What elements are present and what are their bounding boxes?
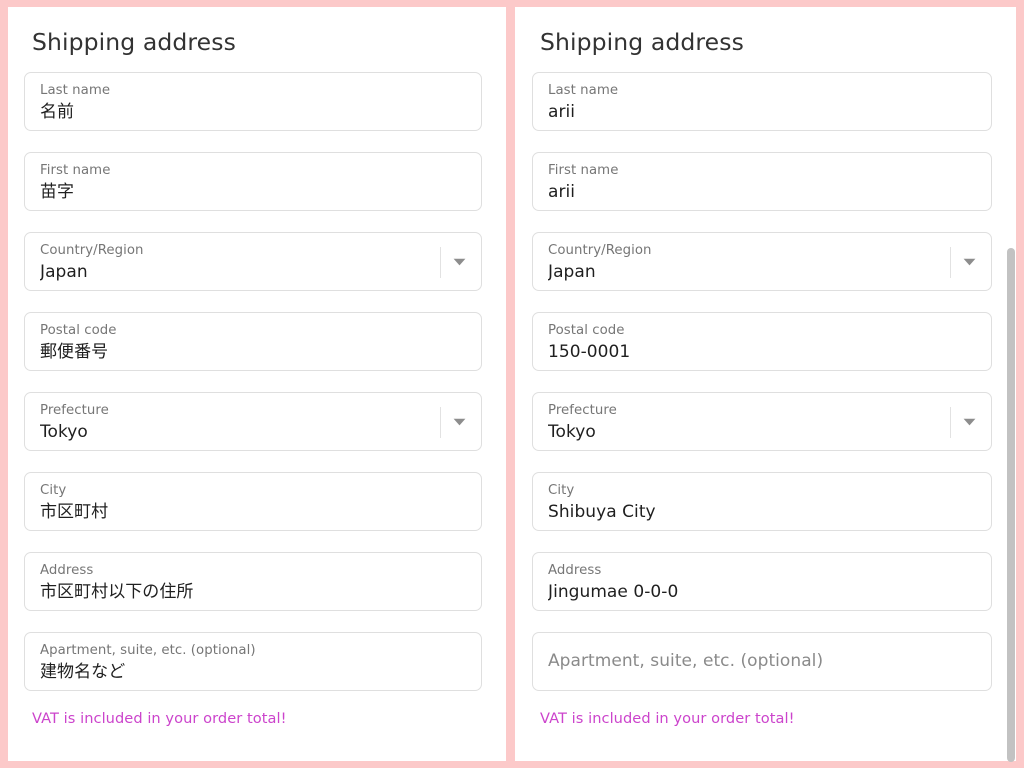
field-city[interactable]: City Shibuya City xyxy=(532,472,992,531)
select-divider xyxy=(950,247,951,278)
field-value: Japan xyxy=(548,261,937,284)
field-country[interactable]: Country/Region Japan xyxy=(532,232,992,291)
field-value: 150-0001 xyxy=(548,341,979,364)
select-divider xyxy=(440,407,441,438)
page-title-right: Shipping address xyxy=(532,28,992,57)
page-title-left: Shipping address xyxy=(24,28,482,57)
field-value: 市区町村 xyxy=(40,501,469,524)
vertical-scrollbar[interactable] xyxy=(1005,7,1016,761)
field-apartment[interactable]: Apartment, suite, etc. (optional) 建物名など xyxy=(24,632,482,691)
field-label: Last name xyxy=(548,82,979,99)
panel-content-left: Shipping address Last name 名前 First name 苗字… xyxy=(8,7,506,729)
field-label: First name xyxy=(548,162,979,179)
field-postal-code[interactable]: Postal code 150-0001 xyxy=(532,312,992,371)
field-label: Postal code xyxy=(548,322,979,339)
field-country[interactable]: Country/Region Japan xyxy=(24,232,482,291)
chevron-down-icon[interactable] xyxy=(450,253,468,271)
field-label: Address xyxy=(40,562,469,579)
field-label: Address xyxy=(548,562,979,579)
vat-note-left: VAT is included in your order total! xyxy=(24,710,482,729)
field-label: Last name xyxy=(40,82,469,99)
field-label: Prefecture xyxy=(40,402,427,419)
field-label: City xyxy=(548,482,979,499)
field-value: Japan xyxy=(40,261,427,284)
address-form-left: Last name 名前 First name 苗字 Country/Region Jap… xyxy=(24,72,482,691)
field-value: 苗字 xyxy=(40,181,469,204)
vertical-scrollbar-thumb[interactable] xyxy=(1007,248,1015,762)
field-value: 郵便番号 xyxy=(40,341,469,364)
select-divider xyxy=(440,247,441,278)
screen-root: Shipping address Last name 名前 First name 苗字… xyxy=(0,0,1024,768)
field-city[interactable]: City 市区町村 xyxy=(24,472,482,531)
select-divider xyxy=(950,407,951,438)
field-first-name[interactable]: First name 苗字 xyxy=(24,152,482,211)
field-label: Postal code xyxy=(40,322,469,339)
shipping-address-panel-left: Shipping address Last name 名前 First name 苗字… xyxy=(8,7,506,761)
vat-note-right: VAT is included in your order total! xyxy=(532,710,992,729)
field-last-name[interactable]: Last name 名前 xyxy=(24,72,482,131)
field-value: Tokyo xyxy=(40,421,427,444)
field-label: City xyxy=(40,482,469,499)
address-form-right: Last name arii First name arii Country/Regio… xyxy=(532,72,992,691)
panel-content-right: Shipping address Last nameariiFirst name… xyxy=(515,7,1016,729)
field-value: 名前 xyxy=(40,101,469,124)
field-label: Country/Region xyxy=(40,242,427,259)
field-label: First name xyxy=(40,162,469,179)
field-value: Shibuya City xyxy=(548,501,979,524)
field-first-name[interactable]: First name arii xyxy=(532,152,992,211)
field-value: 市区町村以下の住所 xyxy=(40,581,469,604)
field-address[interactable]: Address Jingumae 0-0-0 xyxy=(532,552,992,611)
field-last-name[interactable]: Last name arii xyxy=(532,72,992,131)
field-apartment[interactable]: Apartment, suite, etc. (optional) xyxy=(532,632,992,691)
chevron-down-icon[interactable] xyxy=(960,253,978,271)
shipping-address-panel-right: Shipping address Last nameariiFirst name… xyxy=(515,7,1016,761)
field-value: 建物名など xyxy=(40,661,469,684)
field-prefecture[interactable]: Prefecture Tokyo xyxy=(532,392,992,451)
field-label: Country/Region xyxy=(548,242,937,259)
field-value: Jingumae 0-0-0 xyxy=(548,581,979,604)
field-postal-code[interactable]: Postal code 郵便番号 xyxy=(24,312,482,371)
chevron-down-icon[interactable] xyxy=(450,413,468,431)
field-value: Tokyo xyxy=(548,421,937,444)
field-label: Prefecture xyxy=(548,402,937,419)
field-prefecture[interactable]: Prefecture Tokyo xyxy=(24,392,482,451)
field-value: arii xyxy=(548,181,979,204)
field-value: arii xyxy=(548,101,979,124)
field-label: Apartment, suite, etc. (optional) xyxy=(40,642,469,659)
chevron-down-icon[interactable] xyxy=(960,413,978,431)
field-placeholder: Apartment, suite, etc. (optional) xyxy=(548,650,979,673)
field-address[interactable]: Address 市区町村以下の住所 xyxy=(24,552,482,611)
